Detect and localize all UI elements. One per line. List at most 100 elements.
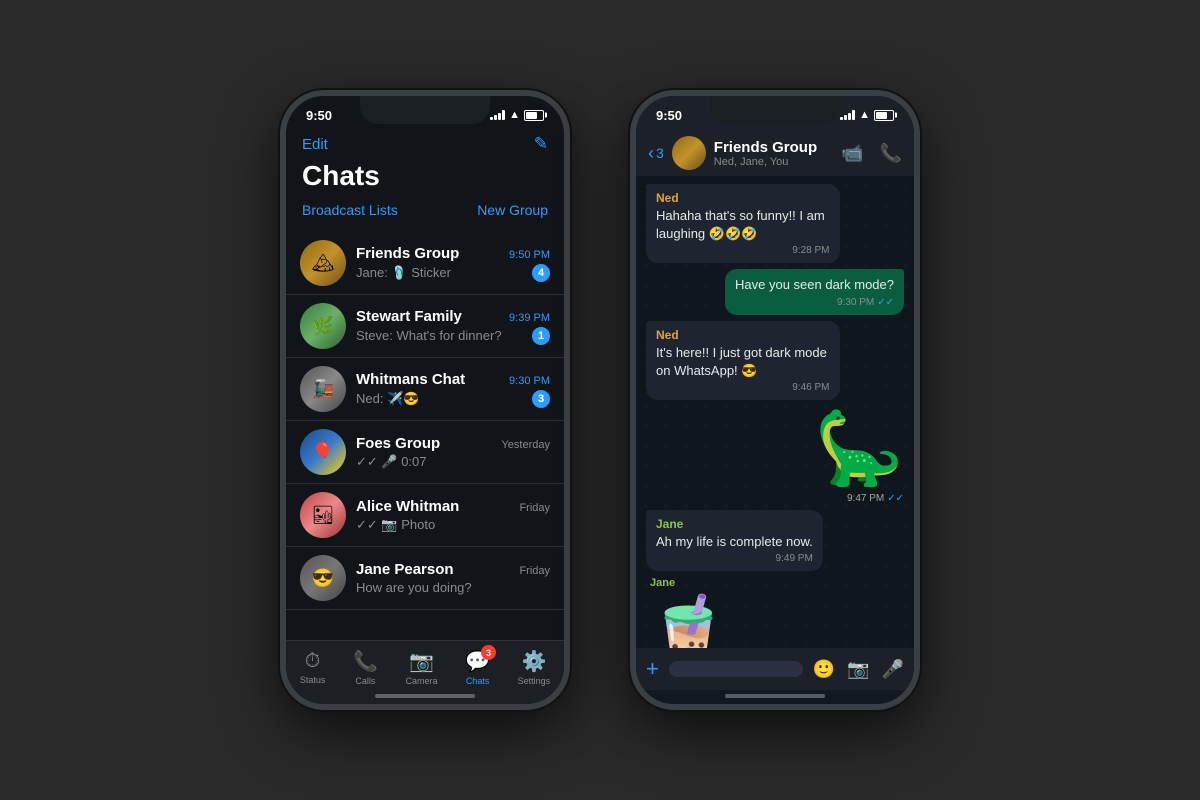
chat-item-whitmans-chat[interactable]: 🚂 Whitmans Chat 9:30 PM Ned: ✈️😎 3 [286, 358, 564, 421]
chats-tab-label: Chats [466, 676, 490, 686]
msg-text-jane-1: Ah my life is complete now. [656, 533, 813, 551]
avatar-foes-group: 🎈 [300, 429, 346, 475]
chat-name-alice-whitman: Alice Whitman [356, 498, 459, 515]
chat-time-stewart-family: 9:39 PM [509, 312, 550, 324]
mic-input-icon[interactable]: 🎤 [882, 659, 904, 680]
msg-sender-jane-1: Jane [656, 517, 813, 531]
edit-button[interactable]: Edit [302, 136, 328, 153]
tab-chats[interactable]: 💬 3 Chats [465, 649, 490, 686]
status-icons-left: ▲ [490, 109, 544, 121]
msg-text-sent-1: Have you seen dark mode? [735, 276, 894, 294]
message-ned-1: Ned Hahaha that's so funny!! I am laughi… [646, 184, 840, 263]
back-button[interactable]: ‹ 3 [648, 143, 664, 164]
calls-tab-icon: 📞 [353, 649, 378, 674]
chat-time-alice-whitman: Friday [519, 502, 550, 514]
chat-content-foes-group: Foes Group Yesterday ✓✓ 🎤 0:07 [356, 435, 550, 470]
chat-item-foes-group[interactable]: 🎈 Foes Group Yesterday ✓✓ 🎤 0:07 [286, 421, 564, 484]
chat-preview-alice-whitman: ✓✓ 📷 Photo [356, 517, 435, 533]
chat-preview-whitmans-chat: Ned: ✈️😎 [356, 391, 419, 407]
broadcast-lists-link[interactable]: Broadcast Lists [302, 202, 398, 218]
tab-camera[interactable]: 📷 Camera [405, 649, 437, 686]
battery-icon-right [874, 110, 894, 121]
chat-content-jane-pearson: Jane Pearson Friday How are you doing? [356, 561, 550, 595]
chat-item-stewart-family[interactable]: 🌿 Stewart Family 9:39 PM Steve: What's f… [286, 295, 564, 358]
message-input[interactable] [669, 661, 803, 677]
sticker-dino-time: 9:47 PM [847, 493, 884, 504]
chat-content-whitmans-chat: Whitmans Chat 9:30 PM Ned: ✈️😎 3 [356, 371, 550, 408]
home-indicator-left [286, 690, 564, 704]
chats-tab-badge: 3 [481, 645, 496, 660]
chat-item-jane-pearson[interactable]: 😎 Jane Pearson Friday How are you doing? [286, 547, 564, 610]
chat-detail-header: ‹ 3 Friends Group Ned, Jane, You 📹 📞 [636, 130, 914, 176]
group-avatar-detail [672, 136, 706, 170]
chat-content-alice-whitman: Alice Whitman Friday ✓✓ 📷 Photo [356, 498, 550, 533]
new-group-button[interactable]: New Group [477, 202, 548, 218]
right-phone: 9:50 ▲ ‹ 3 Fri [630, 90, 920, 710]
jane-sticker-container: Jane 🧋 9:50 PM [646, 577, 904, 648]
status-tab-label: Status [300, 675, 326, 685]
settings-tab-icon: ⚙️ [521, 649, 546, 674]
add-attachment-icon[interactable]: + [646, 656, 659, 682]
msg-text-ned-2: It's here!! I just got dark mode on What… [656, 344, 830, 380]
chat-name-friends-group: Friends Group [356, 245, 459, 262]
group-members-detail: Ned, Jane, You [714, 156, 833, 168]
chats-title: Chats [302, 160, 548, 192]
input-bar: + 🙂 📷 🎤 [636, 648, 914, 690]
status-bar-right: 9:50 ▲ [636, 96, 914, 130]
signal-icon [490, 110, 505, 120]
chat-content-friends-group: Friends Group 9:50 PM Jane: 🩴 Sticker 4 [356, 245, 550, 282]
phone-call-icon[interactable]: 📞 [880, 143, 902, 164]
sticker-cup-emoji: 🧋 [646, 593, 731, 648]
chat-detail-screen: 9:50 ▲ ‹ 3 Fri [636, 96, 914, 704]
back-chevron-icon: ‹ [648, 143, 654, 164]
chat-time-friends-group: 9:50 PM [509, 249, 550, 261]
sticker-input-icon[interactable]: 🙂 [813, 659, 835, 680]
chat-name-foes-group: Foes Group [356, 435, 440, 452]
chat-preview-stewart-family: Steve: What's for dinner? [356, 328, 502, 343]
status-bar-left: 9:50 ▲ [286, 96, 564, 130]
back-count: 3 [656, 145, 664, 161]
avatar-friends-group: 🏔 [300, 240, 346, 286]
msg-sender-ned-1: Ned [656, 191, 830, 205]
wifi-icon: ▲ [509, 109, 520, 121]
message-jane-1: Jane Ah my life is complete now. 9:49 PM [646, 510, 823, 571]
group-name-detail: Friends Group [714, 139, 833, 156]
msg-time-sent-1: 9:30 PM [837, 297, 874, 308]
time-left: 9:50 [306, 108, 332, 123]
unread-badge-whitmans-chat: 3 [532, 390, 550, 408]
unread-badge-stewart-family: 1 [532, 327, 550, 345]
calls-tab-label: Calls [355, 676, 375, 686]
message-sent-dark-mode: Have you seen dark mode? 9:30 PM ✓✓ [725, 269, 904, 314]
chat-item-alice-whitman[interactable]: 🏜 Alice Whitman Friday ✓✓ 📷 Photo [286, 484, 564, 547]
msg-check-sent-1: ✓✓ [877, 297, 894, 308]
video-call-icon[interactable]: 📹 [841, 143, 863, 164]
camera-input-icon[interactable]: 📷 [847, 659, 869, 680]
chats-header: Edit ✎ Chats Broadcast Lists New Group [286, 130, 564, 232]
tab-status[interactable]: ⏱ Status [300, 650, 326, 685]
tab-bar: ⏱ Status 📞 Calls 📷 Camera 💬 3 Chats [286, 640, 564, 690]
time-right: 9:50 [656, 108, 682, 123]
left-phone: 9:50 ▲ Edit ✎ Chats [280, 90, 570, 710]
wifi-icon-right: ▲ [859, 109, 870, 121]
msg-time-ned-2: 9:46 PM [792, 382, 829, 393]
avatar-jane-pearson: 😎 [300, 555, 346, 601]
sticker-dino: 🦕 9:47 PM ✓✓ [814, 406, 904, 504]
group-info: Friends Group Ned, Jane, You [714, 139, 833, 168]
camera-tab-icon: 📷 [409, 649, 434, 674]
battery-icon [524, 110, 544, 121]
settings-tab-label: Settings [518, 676, 551, 686]
message-ned-2: Ned It's here!! I just got dark mode on … [646, 321, 840, 400]
jane-sticker-sender: Jane [650, 577, 675, 589]
compose-icon[interactable]: ✎ [534, 134, 548, 154]
chat-item-friends-group[interactable]: 🏔 Friends Group 9:50 PM Jane: 🩴 Sticker … [286, 232, 564, 295]
signal-icon-right [840, 110, 855, 120]
messages-area: Ned Hahaha that's so funny!! I am laughi… [636, 176, 914, 648]
tab-calls[interactable]: 📞 Calls [353, 649, 378, 686]
sticker-dino-emoji: 🦕 [814, 409, 904, 489]
chat-time-jane-pearson: Friday [519, 565, 550, 577]
status-icons-right: ▲ [840, 109, 894, 121]
chat-list: 🏔 Friends Group 9:50 PM Jane: 🩴 Sticker … [286, 232, 564, 640]
tab-settings[interactable]: ⚙️ Settings [518, 649, 551, 686]
input-action-icons: 🙂 📷 🎤 [813, 659, 904, 680]
msg-text-ned-1: Hahaha that's so funny!! I am laughing 🤣… [656, 207, 830, 243]
